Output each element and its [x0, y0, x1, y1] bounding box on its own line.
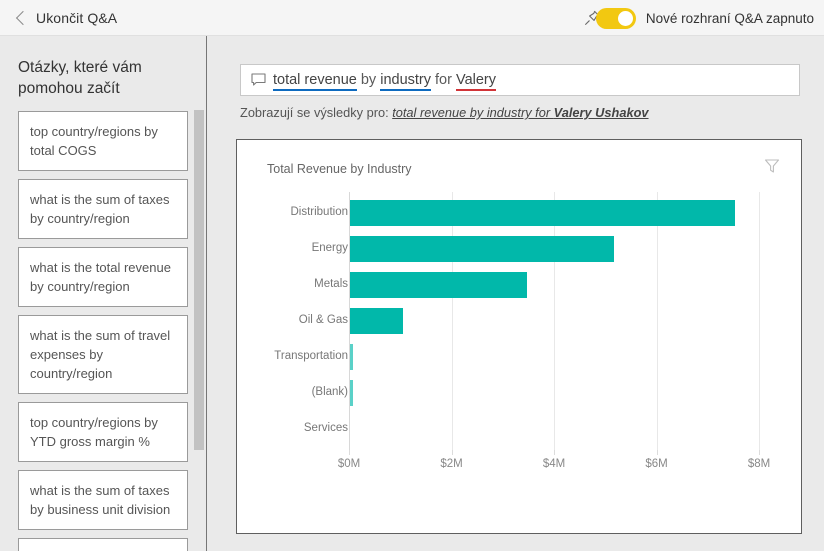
chart-plot-area: Distribution Energy Metals Oil & Gas Transpo…	[237, 192, 803, 522]
chart-bar[interactable]	[350, 380, 353, 406]
suggestion-card[interactable]: what is the sum of taxes by business uni…	[18, 470, 188, 530]
toggle-switch[interactable]	[595, 7, 636, 29]
category-label: Services	[303, 422, 348, 434]
bar-series	[349, 192, 760, 450]
suggestion-card[interactable]: what is the sum of travel expenses by co…	[18, 315, 188, 394]
toggle-label: Nové rozhraní Q&A zapnuto	[645, 10, 814, 26]
x-axis-ticks: $0M $2M $4M $6M $8M	[338, 450, 770, 474]
query-token: industry	[380, 72, 431, 91]
chart-bar[interactable]	[350, 272, 528, 298]
category-label: (Blank)	[311, 386, 348, 398]
suggestion-card[interactable]: what is the sum of taxes by country/regi…	[18, 179, 188, 239]
x-axis-tick-label: $8M	[747, 458, 771, 470]
new-qna-toggle[interactable]: Nové rozhraní Q&A zapnuto	[595, 7, 814, 29]
sidebar-scrollbar-track[interactable]	[194, 36, 205, 551]
sidebar-scrollbar-thumb[interactable]	[194, 110, 204, 450]
results-prefix: Zobrazují se výsledky pro:	[240, 105, 393, 120]
x-axis-tick-label: $4M	[542, 458, 566, 470]
x-axis-tick-mark	[759, 450, 760, 455]
suggestion-card[interactable]: what is the YoY YTD revenue variance by …	[18, 538, 188, 551]
exit-qna-button[interactable]: Ukončit Q&A	[12, 0, 123, 35]
chart-bar[interactable]	[350, 236, 614, 262]
category-label: Oil & Gas	[298, 314, 348, 326]
sidebar-title: Otázky, které vám pomohou začít	[18, 59, 142, 97]
y-axis-category-labels: Distribution Energy Metals Oil & Gas Transpo…	[237, 192, 348, 450]
x-axis-tick-mark	[554, 450, 555, 455]
qna-page: Ukončit Q&A Nové rozhraní Q&A zapnuto Ot…	[0, 0, 824, 551]
top-bar: Ukončit Q&A Nové rozhraní Q&A zapnuto	[0, 0, 824, 36]
x-axis-tick-label: $2M	[440, 458, 463, 470]
chart-gridline	[554, 192, 555, 450]
qna-query-text: total revenue by industry for Valery	[273, 72, 497, 91]
chart-title: Total Revenue by Industry	[267, 162, 412, 176]
results-description: Zobrazují se výsledky pro: total revenue…	[240, 105, 649, 120]
chart-gridline	[759, 192, 760, 450]
query-token: for	[431, 72, 456, 88]
suggestion-card[interactable]: what is the total revenue by country/reg…	[18, 247, 188, 307]
filter-funnel-glyph	[764, 159, 780, 173]
toggle-knob	[617, 10, 633, 26]
category-label: Distribution	[290, 206, 348, 218]
category-label: Metals	[314, 278, 348, 290]
x-axis-tick-mark	[656, 450, 658, 455]
chart-bar[interactable]	[350, 344, 353, 370]
x-axis-tick-label: $0M	[337, 458, 361, 470]
x-axis-tick-mark	[349, 450, 350, 455]
results-query: total revenue by industry for Valery Ush…	[392, 105, 648, 120]
chart-bar[interactable]	[350, 200, 736, 226]
suggestion-card[interactable]: top country/regions by total COGS	[18, 111, 188, 171]
category-label: Energy	[311, 242, 348, 254]
suggestion-card[interactable]: top country/regions by YTD gross margin …	[18, 402, 188, 462]
results-query-plain: total revenue by industry for	[392, 105, 554, 120]
main-content: total revenue by industry for Valery Zob…	[208, 36, 824, 551]
query-token: total revenue	[273, 72, 357, 91]
suggestions-sidebar: Otázky, které vám pomohou začít top coun…	[0, 36, 207, 551]
query-token: by	[356, 72, 381, 88]
chart-gridline	[451, 192, 453, 450]
chart-gridline	[656, 192, 658, 450]
visual-card[interactable]: Total Revenue by Industry Distribution En…	[236, 139, 802, 534]
chart-bar[interactable]	[350, 308, 404, 334]
comment-bubble-icon	[251, 72, 266, 89]
chevron-left-icon	[15, 10, 31, 25]
suggestion-list: top country/regions by total COGS what is…	[18, 111, 188, 551]
exit-qna-label: Ukončit Q&A	[36, 9, 118, 26]
comment-bubble-glyph	[251, 72, 266, 86]
qna-search-input[interactable]: total revenue by industry for Valery	[240, 64, 800, 96]
x-axis-tick-mark	[451, 450, 453, 455]
filter-funnel-icon[interactable]	[763, 157, 781, 175]
category-label: Transportation	[274, 350, 348, 362]
query-token: Valery	[455, 72, 497, 91]
results-query-entity: Valery Ushakov	[553, 105, 649, 120]
x-axis-tick-label: $6M	[645, 458, 668, 470]
